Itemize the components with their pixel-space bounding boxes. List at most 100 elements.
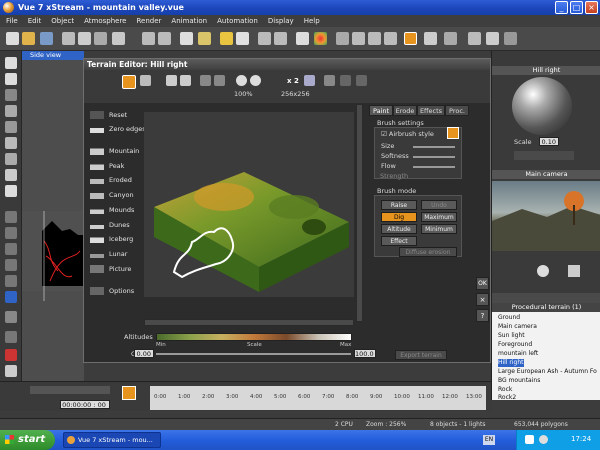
clouds-icon[interactable]	[236, 32, 249, 45]
options-icon[interactable]	[504, 32, 517, 45]
menu-animation[interactable]: Animation	[171, 17, 207, 25]
camera-icon[interactable]	[336, 32, 349, 45]
preset-options[interactable]: Options	[90, 285, 134, 296]
editor-paste-icon[interactable]	[180, 75, 191, 86]
effect-select[interactable]: Diffuse erosion	[399, 247, 457, 257]
brush-preset-icon[interactable]	[447, 127, 459, 139]
tree-item[interactable]: Main camera	[498, 323, 537, 331]
zoom-in-icon[interactable]	[352, 32, 365, 45]
undo-mode-button[interactable]: Undo	[421, 200, 457, 210]
keyframe-icon[interactable]	[122, 386, 136, 400]
editor-undo-icon[interactable]	[200, 75, 211, 86]
zoom-out-icon[interactable]	[368, 32, 381, 45]
menu-atmosphere[interactable]: Atmosphere	[84, 17, 126, 25]
tree-item[interactable]: BG mountains	[498, 377, 540, 385]
zoom-in-icon[interactable]	[236, 75, 247, 86]
altitude-color-bar[interactable]	[156, 333, 352, 341]
ok-button[interactable]: OK	[476, 277, 489, 290]
language-indicator[interactable]: EN	[483, 435, 495, 445]
export-terrain-button[interactable]: Export terrain	[395, 350, 447, 360]
menu-edit[interactable]: Edit	[28, 17, 42, 25]
size-slider[interactable]	[413, 146, 455, 148]
undo-icon[interactable]	[142, 32, 155, 45]
ecosystem-icon[interactable]	[5, 275, 17, 287]
brush-shape-icon[interactable]	[140, 75, 151, 86]
preset-zero-edges[interactable]: Zero edges	[90, 123, 146, 134]
flow-slider[interactable]	[413, 166, 455, 168]
paste-icon[interactable]	[94, 32, 107, 45]
softness-slider[interactable]	[413, 156, 455, 158]
group-icon[interactable]	[5, 211, 17, 223]
preset-eroded[interactable]: Eroded	[90, 174, 132, 185]
tab-effects[interactable]: Effects	[417, 105, 445, 116]
terrain-3d-viewport[interactable]	[144, 112, 354, 297]
tab-paint[interactable]: Paint	[369, 105, 393, 116]
tree-item[interactable]: Sun light	[498, 332, 525, 340]
resolution-multiplier[interactable]: x 2	[287, 77, 299, 85]
tab-procedural[interactable]: Proc.	[445, 105, 469, 116]
grid-icon[interactable]	[486, 32, 499, 45]
new-file-icon[interactable]	[6, 32, 19, 45]
redo-icon[interactable]	[158, 32, 171, 45]
pan-icon[interactable]	[384, 32, 397, 45]
tree-item[interactable]: Ground	[498, 314, 520, 322]
brush-tool-icon[interactable]	[122, 75, 136, 89]
viewport-vertical-scrollbar[interactable]	[356, 104, 363, 322]
minimize-button[interactable]: _	[555, 1, 568, 14]
metablob-icon[interactable]	[5, 243, 17, 255]
material-preview-sphere[interactable]	[512, 77, 572, 135]
select-icon[interactable]	[180, 32, 193, 45]
rotate-icon[interactable]	[274, 32, 287, 45]
close-button[interactable]: ×	[585, 1, 598, 14]
sun-icon[interactable]	[220, 32, 233, 45]
tree-item[interactable]: Rock2	[498, 394, 516, 402]
playback-controls[interactable]	[30, 386, 110, 394]
rock-icon[interactable]	[5, 121, 17, 133]
atmosphere-icon[interactable]	[198, 32, 211, 45]
cloud-icon[interactable]	[5, 153, 17, 165]
menu-help[interactable]: Help	[304, 17, 320, 25]
tree-item[interactable]: Large European Ash - Autumn Fo	[498, 368, 597, 376]
viewport-horizontal-scrollbar[interactable]	[144, 319, 354, 326]
cube-icon[interactable]	[5, 331, 17, 343]
altitude-button[interactable]: Altitude	[381, 224, 417, 234]
scale-icon[interactable]	[5, 365, 17, 377]
preview-icon[interactable]	[468, 32, 481, 45]
clip-max-input[interactable]: 100.0	[354, 349, 376, 358]
volume-icon[interactable]	[539, 435, 548, 444]
start-button[interactable]: start	[0, 430, 55, 450]
cancel-button[interactable]: ×	[476, 293, 489, 306]
cut-icon[interactable]	[62, 32, 75, 45]
shading-icon[interactable]	[340, 75, 351, 86]
terrain-3d-icon[interactable]	[304, 75, 315, 86]
editor-copy-icon[interactable]	[166, 75, 177, 86]
tree-item[interactable]: mountain left	[498, 350, 538, 358]
tree-item-selected[interactable]: Hill right	[498, 359, 524, 367]
zoom-out-icon[interactable]	[250, 75, 261, 86]
taskbar-task-vue[interactable]: Vue 7 xStream - mou...	[63, 432, 161, 448]
menu-object[interactable]: Object	[51, 17, 74, 25]
clip-slider[interactable]	[156, 353, 351, 355]
open-file-icon[interactable]	[22, 32, 35, 45]
text-icon[interactable]	[5, 73, 17, 85]
pick-material-icon[interactable]	[296, 32, 309, 45]
menu-automation[interactable]: Automation	[217, 17, 258, 25]
move-icon[interactable]	[258, 32, 271, 45]
render-icon[interactable]	[424, 32, 437, 45]
preset-reset[interactable]: Reset	[90, 109, 127, 120]
peak-view-icon[interactable]	[356, 75, 367, 86]
preset-dunes[interactable]: Dunes	[90, 219, 130, 230]
preset-canyon[interactable]: Canyon	[90, 189, 134, 200]
camera-preview[interactable]	[492, 181, 600, 251]
maximize-button[interactable]: □	[570, 1, 583, 14]
warning-icon[interactable]	[5, 349, 17, 361]
preset-mountain[interactable]: Mountain	[90, 145, 139, 156]
effect-button[interactable]: Effect	[381, 236, 417, 246]
editor-redo-icon[interactable]	[214, 75, 225, 86]
boolean-icon[interactable]	[5, 227, 17, 239]
preset-picture[interactable]: Picture	[90, 263, 131, 274]
preset-peak[interactable]: Peak	[90, 160, 124, 171]
preset-mounds[interactable]: Mounds	[90, 204, 134, 215]
color-icon[interactable]	[314, 32, 327, 45]
camera-add-icon[interactable]	[5, 185, 17, 197]
